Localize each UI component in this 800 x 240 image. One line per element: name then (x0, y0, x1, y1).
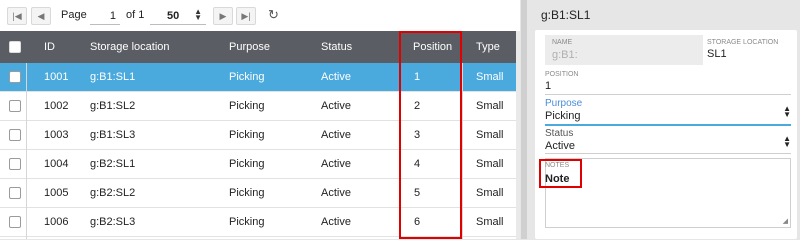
first-page-button[interactable]: |◀ (7, 7, 27, 25)
cell-type: Small (476, 187, 504, 199)
cell-storage-location: g:B2:SL2 (90, 187, 136, 199)
purpose-value: Picking (545, 110, 581, 122)
prev-page-button[interactable]: ◀ (31, 7, 51, 25)
cell-storage-location: g:B1:SL1 (90, 71, 136, 83)
grid-panel: |◀ ◀ Page of 1 50 ▲▼ ▶ ▶| ↻ ID Storage l… (0, 0, 520, 239)
next-page-button[interactable]: ▶ (213, 7, 233, 25)
pager-toolbar: |◀ ◀ Page of 1 50 ▲▼ ▶ ▶| ↻ (0, 0, 520, 31)
cell-purpose: Picking (229, 158, 265, 170)
cell-type: Small (476, 129, 504, 141)
status-value: Active (545, 140, 575, 152)
position-column-highlight (399, 31, 462, 239)
refresh-button[interactable]: ↻ (268, 8, 282, 22)
prev-page-icon: ◀ (37, 10, 45, 21)
page-label: Page (61, 9, 87, 21)
cell-storage-location: g:B2:SL1 (90, 158, 136, 170)
select-arrows-icon: ▲ ▼ (783, 134, 791, 149)
first-page-icon: |◀ (12, 10, 22, 21)
column-header-id[interactable]: ID (44, 41, 55, 53)
page-size-select[interactable]: 50 ▲ ▼ (150, 7, 206, 25)
cell-id: 1006 (44, 216, 69, 228)
cell-status: Active (321, 187, 351, 199)
status-label: Status (545, 128, 574, 139)
cell-type: Small (476, 100, 504, 112)
cell-id: 1001 (44, 71, 69, 83)
page-size-value: 50 (167, 9, 180, 22)
select-arrows-icon: ▲ ▼ (783, 104, 791, 119)
cell-type: Small (476, 216, 504, 228)
name-field: NAME g:B1: (545, 35, 703, 65)
cell-purpose: Picking (229, 100, 265, 112)
position-label: POSITION (545, 71, 579, 78)
cell-storage-location: g:B1:SL2 (90, 100, 136, 112)
column-header-purpose[interactable]: Purpose (229, 41, 270, 53)
last-page-button[interactable]: ▶| (236, 7, 256, 25)
detail-title: g:B1:SL1 (541, 8, 591, 22)
next-page-icon: ▶ (219, 10, 227, 21)
cell-id: 1003 (44, 129, 69, 141)
cell-status: Active (321, 158, 351, 170)
status-underline (545, 153, 791, 154)
last-page-icon: ▶| (241, 10, 251, 21)
cell-id: 1002 (44, 100, 69, 112)
cell-id: 1005 (44, 187, 69, 199)
column-divider (26, 63, 27, 239)
cell-storage-location: g:B1:SL3 (90, 129, 136, 141)
position-input[interactable]: 1 (545, 80, 551, 92)
cell-storage-location: g:B2:SL3 (90, 216, 136, 228)
detail-form: NAME g:B1: STORAGE LOCATION SL1 POSITION… (535, 30, 797, 239)
purpose-underline (545, 124, 791, 126)
grid-scrollbar[interactable] (516, 31, 520, 239)
row-checkbox[interactable] (9, 100, 21, 112)
storage-location-label: STORAGE LOCATION (707, 39, 779, 46)
cell-purpose: Picking (229, 129, 265, 141)
cell-type: Small (476, 158, 504, 170)
resize-handle-icon[interactable]: ◢ (783, 217, 788, 225)
cell-type: Small (476, 71, 504, 83)
position-underline (545, 94, 791, 95)
cell-id: 1004 (44, 158, 69, 170)
name-label: NAME (552, 39, 573, 46)
row-checkbox[interactable] (9, 216, 21, 228)
row-checkbox[interactable] (9, 158, 21, 170)
refresh-icon: ↻ (268, 7, 279, 22)
page-number-input[interactable] (90, 7, 120, 25)
cell-purpose: Picking (229, 216, 265, 228)
app-root: |◀ ◀ Page of 1 50 ▲▼ ▶ ▶| ↻ ID Storage l… (0, 0, 800, 239)
row-checkbox[interactable] (9, 187, 21, 199)
storage-location-input[interactable]: SL1 (707, 48, 727, 60)
cell-status: Active (321, 100, 351, 112)
column-divider (462, 63, 463, 239)
row-checkbox[interactable] (9, 71, 21, 83)
cell-purpose: Picking (229, 187, 265, 199)
cell-status: Active (321, 216, 351, 228)
detail-panel: g:B1:SL1 NAME g:B1: STORAGE LOCATION SL1… (527, 0, 800, 239)
column-header-status[interactable]: Status (321, 41, 352, 53)
notes-highlight (539, 159, 582, 188)
select-arrows-icon: ▲ ▼ (194, 7, 202, 22)
page-count-label: of 1 (126, 9, 145, 21)
name-value: g:B1: (552, 49, 578, 61)
column-header-storage-location[interactable]: Storage location (90, 41, 170, 53)
select-all-checkbox[interactable] (9, 41, 21, 53)
cell-status: Active (321, 129, 351, 141)
cell-purpose: Picking (229, 71, 265, 83)
row-checkbox[interactable] (9, 129, 21, 141)
column-header-type[interactable]: Type (476, 41, 500, 53)
purpose-label: Purpose (545, 98, 583, 109)
cell-status: Active (321, 71, 351, 83)
